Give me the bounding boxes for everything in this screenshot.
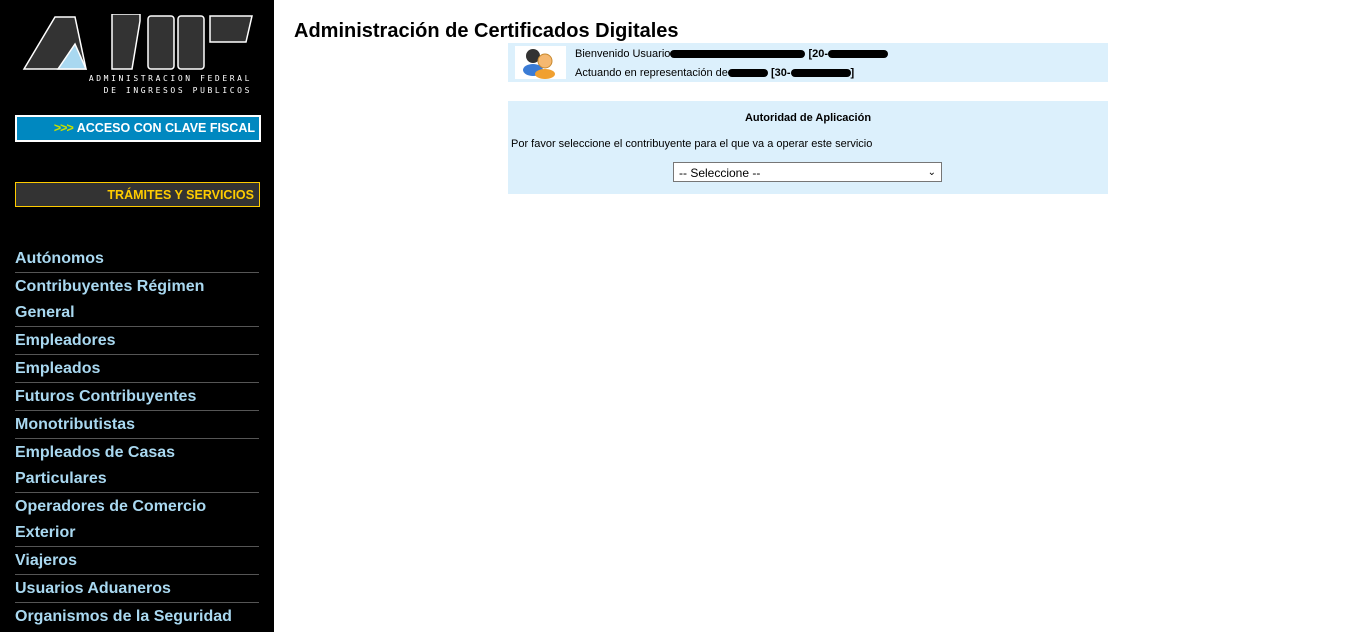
- acceso-clave-fiscal-button[interactable]: >>> ACCESO CON CLAVE FISCAL: [15, 115, 261, 142]
- main-content: Administración de Certificados Digitales: [294, 20, 679, 43]
- redacted-rep-cuit: [790, 69, 851, 78]
- page-title: Administración de Certificados Digitales: [294, 20, 679, 42]
- arrows-icon: >>>: [53, 121, 74, 135]
- cuit-prefix: [20-: [808, 48, 829, 60]
- welcome-label: Bienvenido Usuario: [575, 48, 671, 60]
- chevron-down-icon: ⌄: [927, 167, 936, 178]
- sidebar-item-organismos-seguridad-social[interactable]: Organismos de la Seguridad Social: [15, 603, 259, 632]
- sidebar: ADMINISTRACION FEDERAL DE INGRESOS PUBLI…: [0, 0, 274, 632]
- user-info-panel: Bienvenido Usuario [20- Actuando en repr…: [508, 43, 1108, 82]
- sidebar-nav: Autónomos Contribuyentes Régimen General…: [15, 245, 259, 632]
- sidebar-item-futuros-contribuyentes[interactable]: Futuros Contribuyentes: [15, 383, 259, 411]
- select-value: -- Seleccione --: [679, 166, 761, 180]
- autoridad-message: Por favor seleccione el contribuyente pa…: [511, 138, 873, 150]
- redacted-cuit: [828, 50, 889, 59]
- sidebar-item-monotributistas[interactable]: Monotributistas: [15, 411, 259, 439]
- rep-cuit-prefix: [30-: [770, 67, 791, 79]
- users-avatar-icon: [515, 46, 566, 79]
- sidebar-item-contribuyentes-regimen-general[interactable]: Contribuyentes Régimen General: [15, 273, 259, 327]
- afip-logo-icon: [22, 13, 253, 70]
- representation-line: Actuando en representación de [30-]: [575, 67, 854, 79]
- acceso-label: ACCESO CON CLAVE FISCAL: [76, 121, 255, 135]
- autoridad-title: Autoridad de Aplicación: [744, 112, 872, 124]
- rep-cuit-suffix: ]: [850, 67, 855, 79]
- redacted-rep-name: [727, 69, 768, 78]
- autoridad-panel: Autoridad de Aplicación Por favor selecc…: [508, 101, 1108, 194]
- sidebar-item-empleados-casas-particulares[interactable]: Empleados de Casas Particulares: [15, 439, 259, 493]
- tramites-servicios-button[interactable]: TRÁMITES Y SERVICIOS: [15, 182, 260, 207]
- sidebar-item-viajeros[interactable]: Viajeros: [15, 547, 259, 575]
- logo-subtitle-2: DE INGRESOS PUBLICOS: [103, 86, 252, 95]
- redacted-name: [670, 50, 806, 59]
- contribuyente-select[interactable]: -- Seleccione -- ⌄: [673, 162, 942, 182]
- sidebar-item-operadores-comercio-exterior[interactable]: Operadores de Comercio Exterior: [15, 493, 259, 547]
- representing-label: Actuando en representación de: [575, 67, 728, 79]
- afip-logo[interactable]: [20, 13, 255, 81]
- logo-subtitle-1: ADMINISTRACION FEDERAL: [88, 74, 252, 83]
- sidebar-item-empleados[interactable]: Empleados: [15, 355, 259, 383]
- sidebar-item-empleadores[interactable]: Empleadores: [15, 327, 259, 355]
- welcome-line: Bienvenido Usuario [20-: [575, 48, 889, 60]
- sidebar-item-usuarios-aduaneros[interactable]: Usuarios Aduaneros: [15, 575, 259, 603]
- sidebar-item-autonomos[interactable]: Autónomos: [15, 245, 259, 273]
